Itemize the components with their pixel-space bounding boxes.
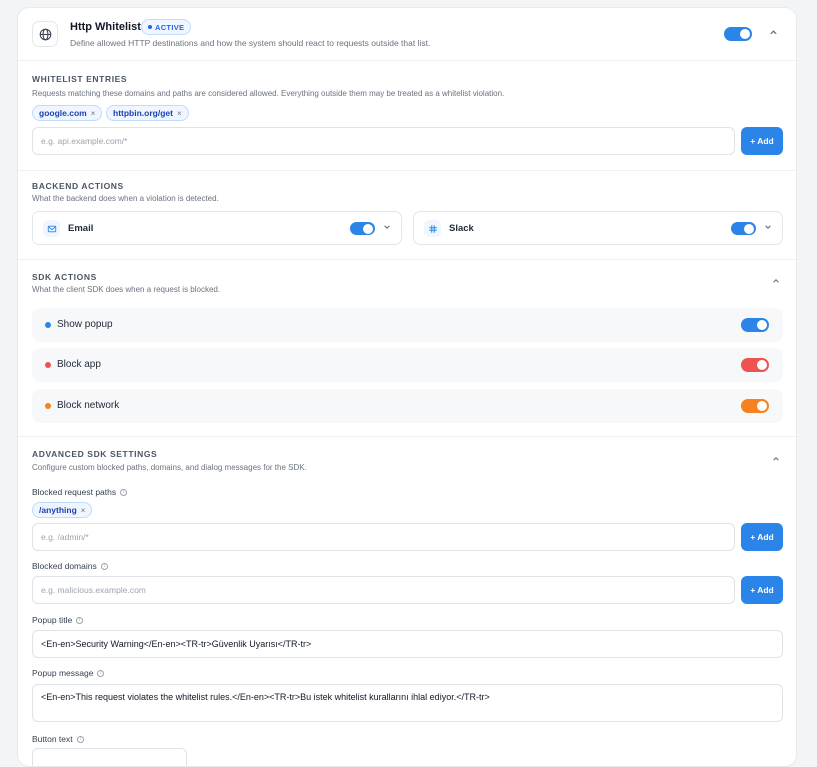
whitelist-add-button[interactable]: + Add [741,127,783,155]
sdk-section-description: What the client SDK does when a request … [32,285,221,294]
slack-toggle[interactable] [731,222,756,235]
chevron-up-icon[interactable] [769,28,778,39]
chip-label: google.com [39,108,87,118]
field-label: Button text [32,734,73,744]
status-dot-icon [148,25,152,29]
sdk-section-title: SDK ACTIONS [32,272,97,282]
chip-label: httpbin.org/get [113,108,173,118]
popup-title-input[interactable]: <En-en>Security Warning</En-en><TR-tr>Gü… [32,630,783,658]
field-label: Popup message [32,668,94,678]
chevron-down-icon[interactable] [764,223,772,233]
sdk-action-label: Block network [57,400,120,411]
whitelist-input[interactable]: e.g. api.example.com/* [32,127,735,155]
backend-action-label: Email [68,223,94,234]
backend-action-label: Slack [449,223,474,234]
sdk-action-block-app[interactable]: Block app [32,348,783,382]
blocked-domains-add-button[interactable]: + Add [741,576,783,604]
card-header[interactable]: Http Whitelist ACTIVE Define allowed HTT… [18,8,796,61]
http-whitelist-card: Http Whitelist ACTIVE Define allowed HTT… [17,7,797,767]
backend-section-description: What the backend does when a violation i… [32,194,219,203]
whitelist-section-title: WHITELIST ENTRIES [32,74,128,84]
sdk-action-block-network[interactable]: Block network [32,389,783,423]
info-icon[interactable]: i [97,669,105,677]
info-icon[interactable]: i [76,735,84,743]
page-title: Http Whitelist [70,21,141,33]
block-network-toggle[interactable] [741,399,769,413]
popup-message-label: Popup message i [32,668,105,678]
popup-message-textarea[interactable]: <En-en>This request violates the whiteli… [32,684,783,722]
blocked-paths-label: Blocked request paths i [32,487,128,497]
divider [18,259,796,260]
field-label: Blocked domains [32,561,97,571]
blocked-domains-input[interactable]: e.g. malicious.example.com [32,576,735,604]
popup-title-label: Popup title i [32,615,84,625]
mail-icon [43,220,60,237]
status-dot-icon [45,322,51,328]
show-popup-toggle[interactable] [741,318,769,332]
divider [18,436,796,437]
blocked-domains-label: Blocked domains i [32,561,108,571]
status-badge-label: ACTIVE [155,22,185,32]
close-icon[interactable]: × [177,109,182,118]
info-icon[interactable]: i [100,562,108,570]
divider [18,170,796,171]
status-dot-icon [45,403,51,409]
globe-icon [32,21,58,47]
close-icon[interactable]: × [91,109,96,118]
sdk-action-show-popup[interactable]: Show popup [32,308,783,342]
blocked-path-chip[interactable]: /anything × [32,502,93,518]
backend-action-email[interactable]: Email [32,211,402,245]
status-dot-icon [45,362,51,368]
whitelist-enabled-toggle[interactable] [724,27,752,41]
advanced-section-description: Configure custom blocked paths, domains,… [32,463,307,472]
sdk-action-label: Show popup [57,319,113,330]
slack-icon [424,220,441,237]
sdk-action-label: Block app [57,359,101,370]
header-description: Define allowed HTTP destinations and how… [70,38,431,48]
whitelist-chip[interactable]: httpbin.org/get × [106,105,189,121]
whitelist-chip[interactable]: google.com × [32,105,103,121]
close-icon[interactable]: × [81,506,86,515]
email-toggle[interactable] [350,222,375,235]
chevron-up-icon[interactable] [772,277,780,287]
backend-section-title: BACKEND ACTIONS [32,181,124,191]
chip-label: /anything [39,505,77,515]
blocked-paths-input[interactable]: e.g. /admin/* [32,523,735,551]
status-badge: ACTIVE [141,19,192,35]
chevron-down-icon[interactable] [383,223,391,233]
button-text-label: Button text i [32,734,84,744]
info-icon[interactable]: i [76,616,84,624]
field-label: Blocked request paths [32,487,117,497]
field-label: Popup title [32,615,73,625]
whitelist-section-description: Requests matching these domains and path… [32,89,505,98]
blocked-paths-add-button[interactable]: + Add [741,523,783,551]
info-icon[interactable]: i [120,488,128,496]
backend-action-slack[interactable]: Slack [413,211,783,245]
chevron-up-icon[interactable] [772,455,780,465]
button-text-input[interactable] [32,748,187,766]
advanced-section-title: ADVANCED SDK SETTINGS [32,449,158,459]
block-app-toggle[interactable] [741,358,769,372]
